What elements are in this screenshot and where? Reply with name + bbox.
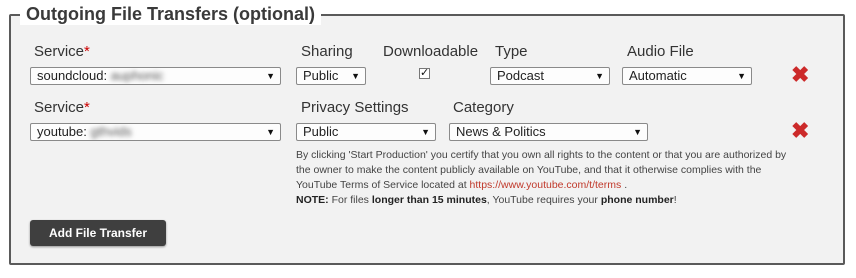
sharing-select[interactable]: Public ▼	[296, 67, 366, 85]
audio-file-label: Audio File	[627, 43, 694, 60]
chevron-down-icon: ▼	[266, 71, 275, 81]
service-label-1: Service*	[34, 43, 90, 60]
service-select-1[interactable]: soundcloud: auphonic ▼	[30, 67, 281, 85]
required-mark: *	[84, 43, 90, 60]
required-mark: *	[84, 99, 90, 116]
delete-icon[interactable]: ✖	[791, 120, 809, 142]
category-label: Category	[453, 99, 514, 116]
service-account-2: gthvids	[90, 124, 132, 139]
chevron-down-icon: ▼	[266, 127, 275, 137]
fieldset-legend: Outgoing File Transfers (optional)	[20, 3, 322, 25]
sharing-label: Sharing	[301, 43, 353, 60]
downloadable-checkbox[interactable]: ✓	[419, 68, 430, 79]
service-label-2: Service*	[34, 99, 90, 116]
type-select[interactable]: Podcast ▼	[490, 67, 610, 85]
audio-file-select[interactable]: Automatic ▼	[622, 67, 752, 85]
chevron-down-icon: ▼	[595, 71, 604, 81]
privacy-settings-label: Privacy Settings	[301, 99, 409, 116]
youtube-terms-notice: By clicking 'Start Production' you certi…	[296, 149, 787, 206]
add-file-transfer-button[interactable]: Add File Transfer	[30, 220, 166, 246]
downloadable-label: Downloadable	[383, 43, 479, 60]
chevron-down-icon: ▼	[351, 71, 360, 81]
privacy-settings-select[interactable]: Public ▼	[296, 123, 436, 141]
delete-icon[interactable]: ✖	[791, 64, 809, 86]
category-select[interactable]: News & Politics ▼	[449, 123, 648, 141]
type-label: Type	[495, 43, 528, 60]
terms-link[interactable]: https://www.youtube.com/t/terms	[470, 179, 622, 191]
chevron-down-icon: ▼	[737, 71, 746, 81]
chevron-down-icon: ▼	[633, 127, 642, 137]
service-select-2[interactable]: youtube: gthvids ▼	[30, 123, 281, 141]
note-label: NOTE:	[296, 194, 329, 206]
chevron-down-icon: ▼	[421, 127, 430, 137]
service-account-1: auphonic	[110, 68, 164, 83]
